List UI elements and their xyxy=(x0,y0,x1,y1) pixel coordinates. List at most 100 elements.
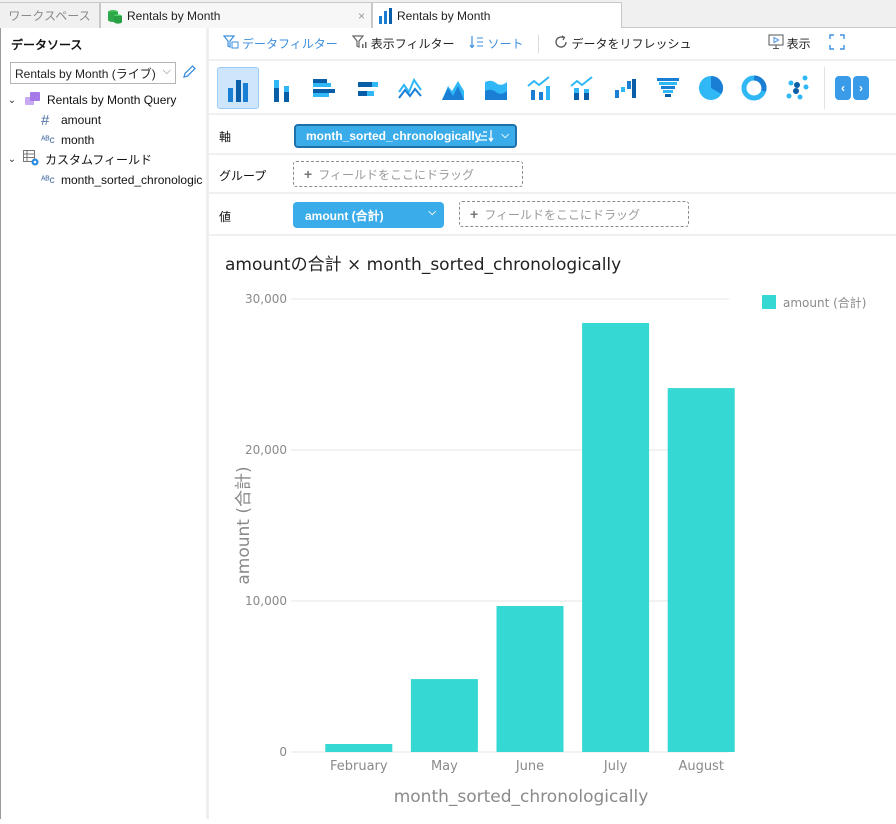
tree-item-amount[interactable]: # amount xyxy=(41,110,101,130)
scatter-chart-icon xyxy=(786,75,809,100)
filter-icon xyxy=(222,35,239,52)
value-shelf: 値 amount (合計) ⌵ + フィールドをここにドラッグ xyxy=(209,194,896,236)
y-tick-label: 30,000 xyxy=(245,292,287,306)
y-tick-label: 20,000 xyxy=(245,443,287,457)
chart-type-stacked-bar[interactable] xyxy=(346,67,388,109)
tab-bar: ワークスペース Rentals by Month × Rentals by Mo… xyxy=(0,0,896,29)
refresh-label: データをリフレッシュ xyxy=(571,37,692,51)
axis-label: 軸 xyxy=(219,130,232,144)
x-tick-label: June xyxy=(515,759,544,774)
display-filter-button[interactable]: 表示フィルター xyxy=(351,35,455,52)
tab-label: Rentals by Month xyxy=(127,8,221,23)
scroll-left-button[interactable]: ‹ xyxy=(835,76,851,100)
filter-icon xyxy=(351,35,368,52)
legend-swatch xyxy=(762,295,776,309)
chart-type-scatter[interactable] xyxy=(776,67,818,109)
tree-item-label: month_sorted_chronologic xyxy=(61,173,203,187)
group-label: グループ xyxy=(219,169,267,183)
chart-area: amountの合計 × month_sorted_chronologically… xyxy=(209,237,896,819)
chart-type-line[interactable] xyxy=(389,67,431,109)
bar-chart-icon xyxy=(313,79,335,97)
x-tick-label: May xyxy=(431,759,458,774)
custom-field-table-icon xyxy=(23,149,39,169)
value-field-label: amount (合計) xyxy=(305,208,384,223)
fullscreen-icon xyxy=(828,34,845,53)
funnel-chart-icon xyxy=(657,78,679,97)
chart-type-pie[interactable] xyxy=(690,67,732,109)
bar-may[interactable] xyxy=(410,679,478,752)
close-icon[interactable]: × xyxy=(358,9,365,23)
chevron-down-icon[interactable]: ⌵ xyxy=(501,130,509,141)
stacked-area-chart-icon xyxy=(485,80,507,100)
tree-item-label: month xyxy=(61,133,95,147)
step-chart-icon xyxy=(615,79,636,98)
legend[interactable]: amount (合計) xyxy=(762,295,866,310)
chart-type-line-column[interactable] xyxy=(518,67,560,109)
tree-item-label: カスタムフィールド xyxy=(45,152,153,167)
chart-type-bar[interactable] xyxy=(303,67,345,109)
tree-item-month-sorted[interactable]: ᴬᴮc month_sorted_chronologic xyxy=(41,170,202,190)
display-filter-label: 表示フィルター xyxy=(370,37,455,51)
pencil-icon[interactable] xyxy=(181,64,197,80)
number-field-icon: # xyxy=(41,111,50,129)
chevron-down-icon[interactable]: ⌄ xyxy=(5,95,19,106)
plus-icon: + xyxy=(304,166,313,182)
y-tick-label: 10,000 xyxy=(245,594,287,608)
tree-item-custom-fields[interactable]: ⌄ カスタムフィールド xyxy=(1,149,152,169)
chart-type-stacked-area[interactable] xyxy=(475,67,517,109)
pie-chart-icon xyxy=(699,76,724,100)
doughnut-chart-icon xyxy=(741,75,767,101)
chevron-down-icon[interactable]: ⌵ xyxy=(428,207,436,218)
chart-editor: データフィルター 表示フィルター ソート データをリフレッシュ 表示 ‹ › 軸 … xyxy=(209,28,896,819)
bar-july[interactable] xyxy=(582,323,650,752)
chart-type-stacked-line-column[interactable] xyxy=(561,67,603,109)
bar-june[interactable] xyxy=(496,605,564,752)
scroll-right-button[interactable]: › xyxy=(853,76,869,100)
tab-datasource[interactable]: Rentals by Month × xyxy=(100,2,372,28)
fullscreen-button[interactable] xyxy=(828,34,845,53)
tab-chart[interactable]: Rentals by Month xyxy=(372,2,622,29)
chart-type-scroll: ‹ › xyxy=(835,76,869,100)
tab-workspace[interactable]: ワークスペース xyxy=(0,2,100,28)
column-chart-icon xyxy=(228,80,248,102)
text-field-icon: ᴬᴮc xyxy=(41,174,55,186)
group-drop-zone[interactable]: + フィールドをここにドラッグ xyxy=(293,161,523,187)
datasource-select-value: Rentals by Month (ライブ) xyxy=(15,66,156,81)
chart-title: amountの合計 × month_sorted_chronologically xyxy=(225,255,621,275)
plus-icon: + xyxy=(470,206,479,222)
drop-placeholder: フィールドをここにドラッグ xyxy=(484,207,640,222)
area-chart-icon xyxy=(442,81,464,100)
line-column-chart-icon xyxy=(527,76,550,100)
view-label: 表示 xyxy=(786,37,811,51)
view-button[interactable]: 表示 xyxy=(768,34,811,53)
chart-type-doughnut[interactable] xyxy=(733,67,775,109)
chevron-down-icon: ⌵ xyxy=(162,65,171,77)
value-field-pill[interactable]: amount (合計) ⌵ xyxy=(293,202,444,228)
sort-descending-icon[interactable] xyxy=(479,129,495,146)
chart-type-area[interactable] xyxy=(432,67,474,109)
toolbar: データフィルター 表示フィルター ソート データをリフレッシュ 表示 xyxy=(209,28,896,61)
axis-field-pill[interactable]: month_sorted_chronologically ⌵ xyxy=(294,124,517,148)
database-icon xyxy=(107,8,123,27)
refresh-icon xyxy=(553,34,569,53)
chevron-down-icon[interactable]: ⌄ xyxy=(5,154,19,165)
sort-icon xyxy=(469,35,485,52)
tree-item-month[interactable]: ᴬᴮc month xyxy=(41,130,94,150)
datasource-select[interactable]: Rentals by Month (ライブ) ⌵ xyxy=(10,62,176,84)
chart-type-step[interactable] xyxy=(604,67,646,109)
tree-item-query[interactable]: ⌄ Rentals by Month Query xyxy=(1,90,176,110)
toolbar-divider xyxy=(537,34,539,53)
refresh-button[interactable]: データをリフレッシュ xyxy=(553,34,692,53)
axis-field-label: month_sorted_chronologically xyxy=(306,129,482,143)
group-shelf: グループ + フィールドをここにドラッグ xyxy=(209,155,896,194)
sort-button[interactable]: ソート xyxy=(469,35,524,52)
data-filter-label: データフィルター xyxy=(242,37,338,51)
stacked-bar-chart-icon xyxy=(358,82,378,96)
value-drop-zone[interactable]: + フィールドをここにドラッグ xyxy=(459,201,689,227)
data-filter-button[interactable]: データフィルター xyxy=(222,35,338,52)
bar-august[interactable] xyxy=(667,388,735,752)
bar-february[interactable] xyxy=(325,743,393,752)
chart-type-funnel[interactable] xyxy=(647,67,689,109)
chart-type-stacked-column[interactable] xyxy=(260,67,302,109)
chart-type-column[interactable] xyxy=(217,67,259,109)
